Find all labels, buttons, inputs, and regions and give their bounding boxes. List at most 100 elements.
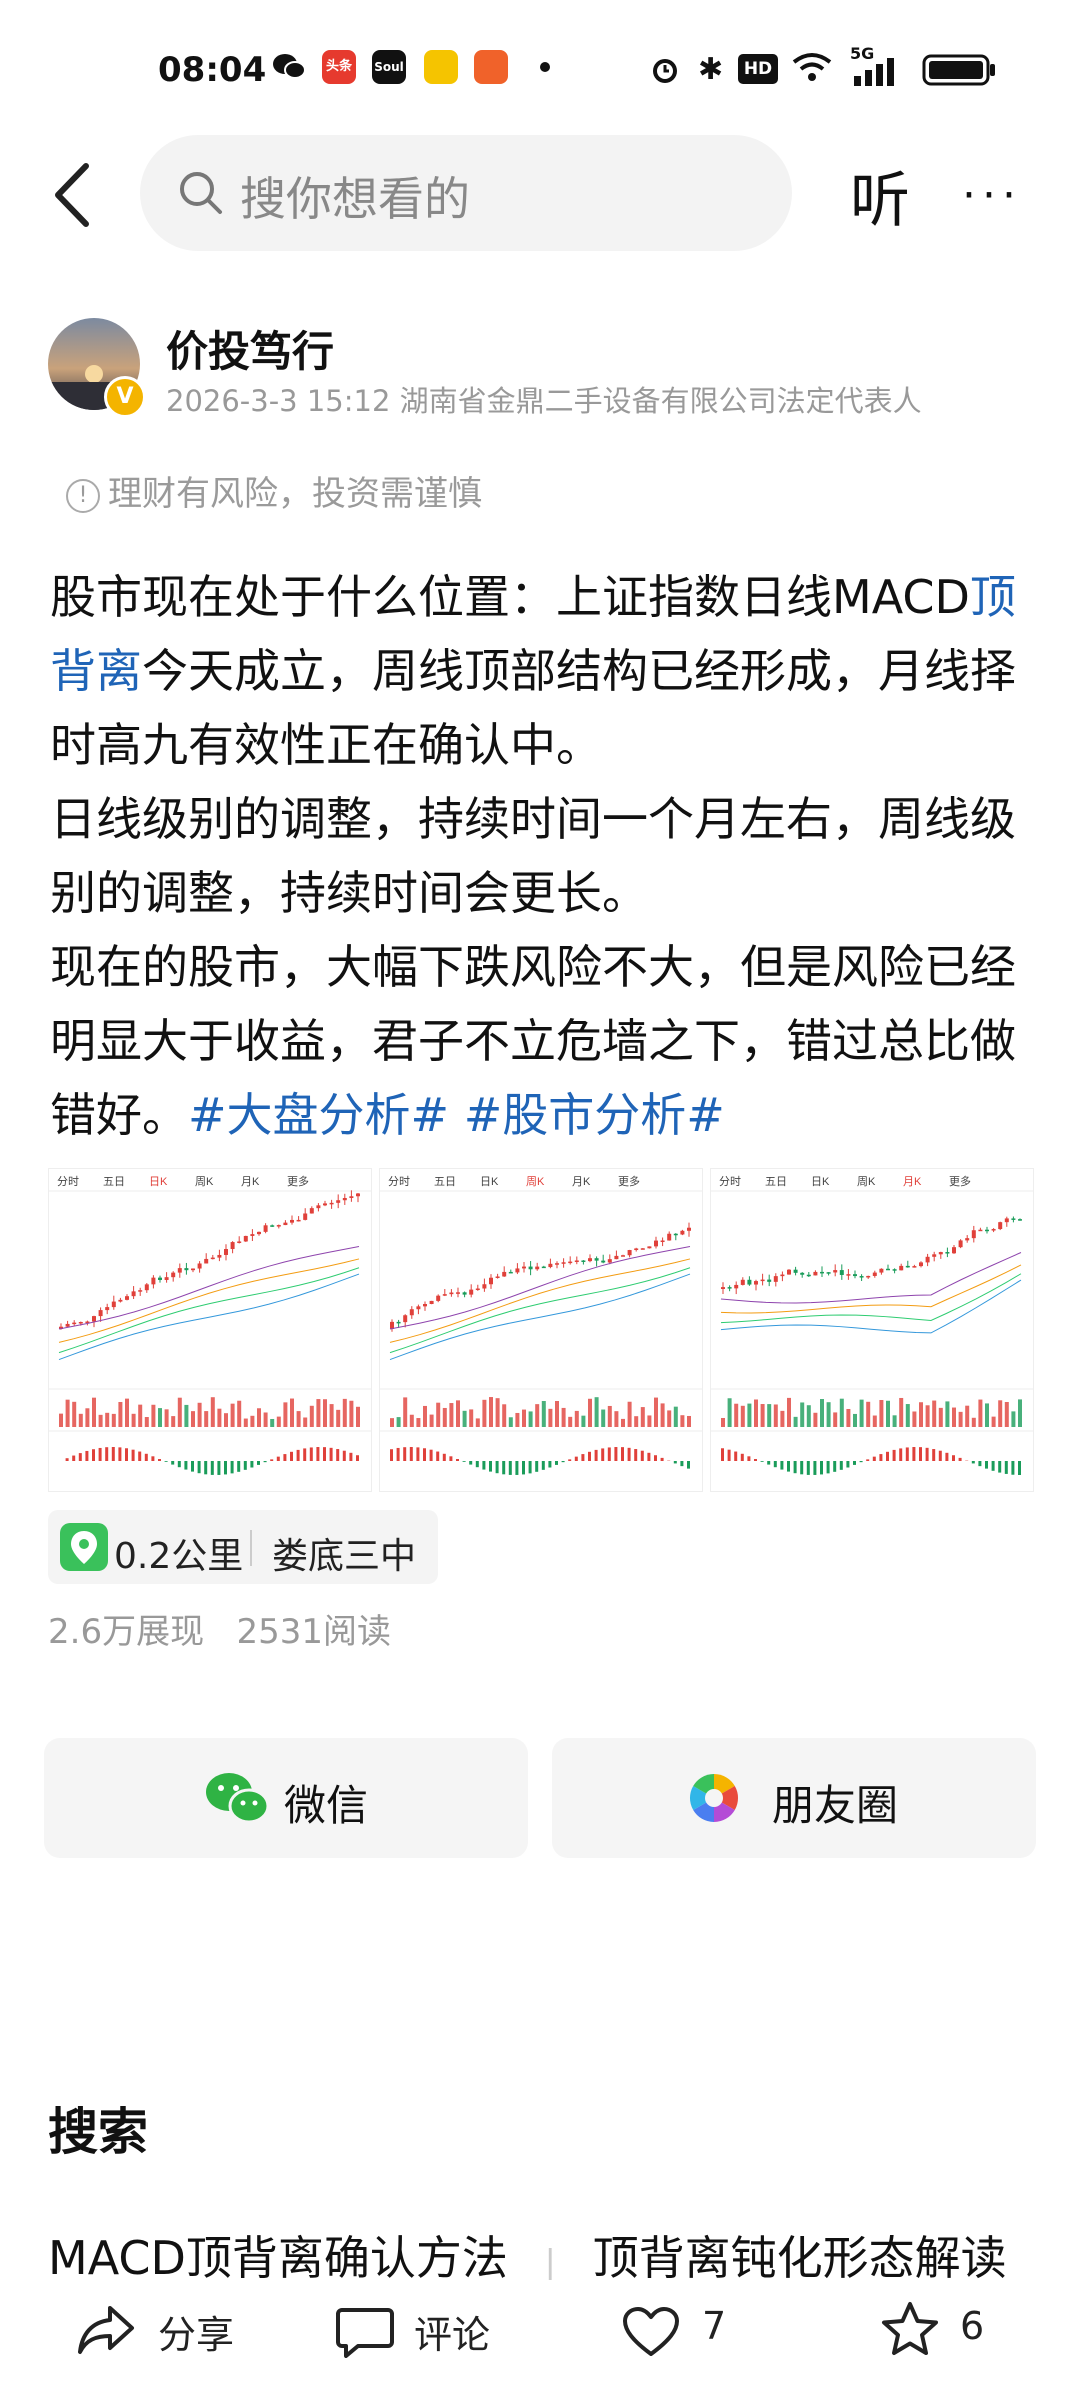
volume-bar: [469, 1409, 474, 1427]
candle: [826, 1272, 831, 1274]
volume-bar: [105, 1412, 110, 1427]
share-action-label[interactable]: 分享: [158, 2304, 234, 2359]
share-wechat-button[interactable]: 微信: [44, 1738, 528, 1858]
candle: [1018, 1219, 1022, 1221]
volume-bar: [787, 1397, 791, 1427]
author-name[interactable]: 价投笃行: [166, 318, 334, 379]
candle: [899, 1265, 904, 1271]
macd-bar: [1004, 1461, 1008, 1474]
macd-bar: [65, 1458, 69, 1461]
macd-bar: [416, 1447, 420, 1461]
volume-bar: [667, 1410, 672, 1427]
listen-button[interactable]: 听: [850, 152, 910, 239]
volume-bar: [826, 1402, 831, 1427]
macd-bar: [489, 1461, 492, 1472]
candle: [92, 1316, 96, 1322]
ma-line: [389, 1246, 691, 1330]
volume-bar: [535, 1404, 540, 1427]
star-icon[interactable]: [880, 2300, 940, 2362]
candle: [660, 1240, 665, 1243]
chart-image-1[interactable]: 分时 五日 日K 周K 月K 更多: [48, 1168, 372, 1492]
chart-tab: 五日: [434, 1176, 456, 1188]
candle: [991, 1229, 996, 1231]
macd-bar: [270, 1459, 274, 1461]
volume-bar: [356, 1406, 360, 1427]
volume-bar: [541, 1401, 546, 1427]
alarm-icon: [648, 52, 682, 83]
volume-bar: [303, 1417, 308, 1427]
comment-action-label[interactable]: 评论: [414, 2304, 490, 2359]
chart-tab: 周K: [857, 1175, 876, 1188]
macd-bar: [820, 1461, 823, 1475]
volume-bar: [276, 1416, 281, 1427]
share-icon[interactable]: [76, 2302, 136, 2362]
heart-icon[interactable]: [622, 2306, 680, 2362]
reads-count: 2531阅读: [236, 1612, 392, 1652]
candle: [342, 1198, 347, 1201]
hashtag-link[interactable]: #股市分析#: [464, 1088, 725, 1142]
macd-bar: [164, 1461, 168, 1462]
search-section-title: 搜索: [48, 2103, 148, 2161]
verified-badge: V: [104, 376, 146, 418]
volume-bar: [423, 1405, 427, 1427]
macd-bar: [938, 1450, 942, 1461]
share-moments-button[interactable]: 朋友圈: [552, 1738, 1036, 1858]
macd-bar: [98, 1447, 102, 1461]
app-icon-5: [474, 50, 508, 84]
volume-bar: [210, 1397, 215, 1427]
search-suggestions: MACD顶背离确认方法 | 顶背离钝化形态解读: [48, 2222, 1007, 2288]
comment-icon[interactable]: [336, 2306, 394, 2362]
candle: [515, 1268, 520, 1273]
location-name: 娄底三中: [272, 1536, 417, 1577]
share-moments-label: 朋友圈: [772, 1781, 899, 1830]
volume-bar: [621, 1418, 625, 1427]
search-suggestion-2[interactable]: 顶背离钝化形态解读: [593, 2231, 1007, 2285]
volume-bar: [283, 1402, 288, 1427]
volume-bar: [727, 1398, 732, 1427]
macd-bar: [574, 1456, 578, 1461]
risk-text: 理财有风险，投资需谨慎: [108, 474, 482, 514]
volume-bar: [296, 1411, 301, 1427]
candle: [640, 1248, 645, 1250]
macd-bar: [826, 1461, 830, 1474]
volume-bar: [673, 1406, 678, 1427]
volume-bar: [224, 1413, 228, 1427]
ma-line: [389, 1273, 691, 1361]
volume-bar: [647, 1415, 652, 1427]
macd-bar: [449, 1456, 453, 1461]
candle: [813, 1271, 818, 1276]
volume-bar: [522, 1409, 526, 1427]
candle: [747, 1279, 752, 1285]
macd-bar: [144, 1453, 148, 1461]
candle: [740, 1279, 745, 1285]
macd-bar: [522, 1461, 525, 1475]
back-button[interactable]: [48, 160, 98, 230]
candle: [627, 1250, 632, 1256]
chart-image-3[interactable]: 分时 五日 日K 周K 月K 更多: [710, 1168, 1034, 1492]
candle: [217, 1254, 222, 1258]
volume-bar: [1018, 1399, 1022, 1427]
volume-bar: [1004, 1401, 1009, 1427]
search-suggestion-1[interactable]: MACD顶背离确认方法: [48, 2231, 508, 2285]
candle: [634, 1248, 639, 1251]
macd-bar: [660, 1457, 664, 1461]
volume-bar: [98, 1414, 103, 1427]
macd-bar: [853, 1461, 856, 1465]
chart-image-2[interactable]: 分时 五日 日K 周K 月K 更多: [379, 1168, 703, 1492]
candle: [820, 1271, 824, 1274]
macd-bar: [780, 1461, 784, 1470]
volume-bar: [250, 1415, 255, 1427]
macd-bar: [303, 1448, 307, 1461]
more-button[interactable]: ···: [962, 170, 1022, 221]
volume-bar: [660, 1403, 665, 1427]
macd-bar: [760, 1461, 764, 1462]
volume-bar: [429, 1414, 434, 1427]
candle: [721, 1287, 725, 1289]
hashtag-link[interactable]: #大盘分析#: [188, 1088, 449, 1142]
volume-bar: [905, 1404, 910, 1427]
macd-bar: [276, 1456, 280, 1461]
wechat-icon: [272, 52, 306, 82]
chart-tab: 日K: [149, 1176, 168, 1188]
candle: [144, 1284, 149, 1291]
macd-bar: [125, 1448, 128, 1461]
